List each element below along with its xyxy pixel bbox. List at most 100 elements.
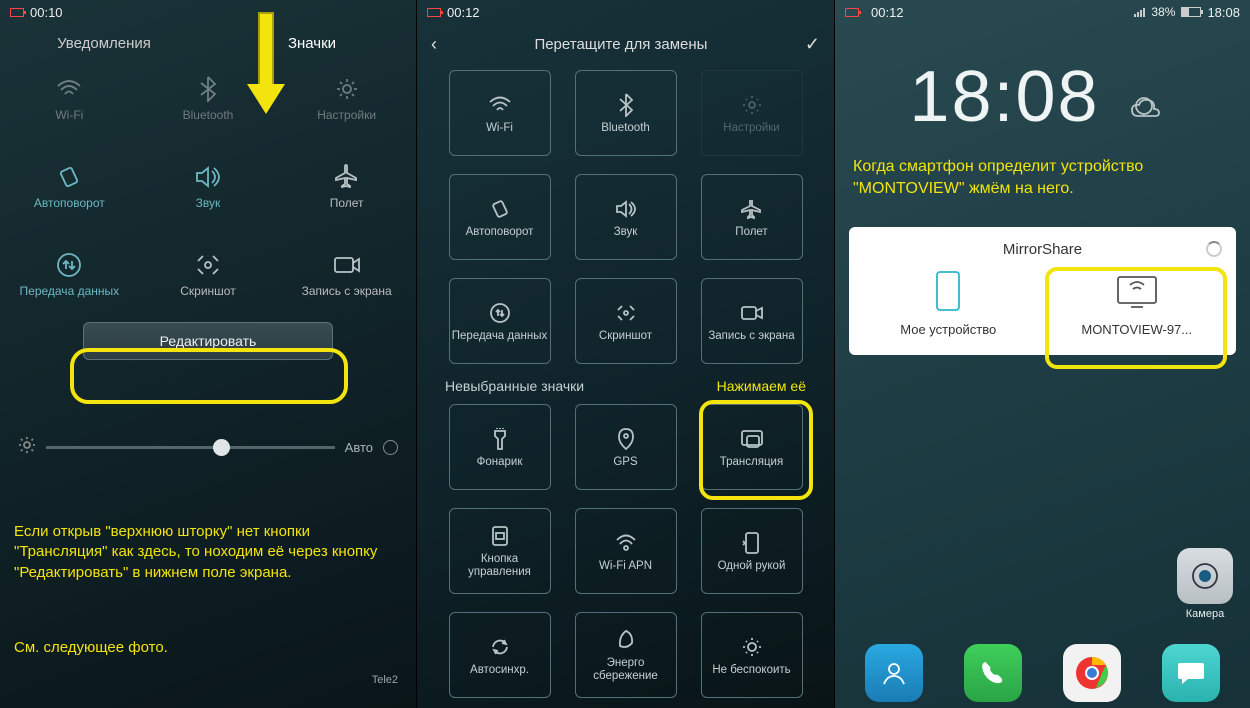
lock-clock: 18:08 [835, 56, 1250, 138]
status-time-right: 18:08 [1207, 5, 1240, 20]
wifi-icon [56, 74, 82, 104]
brightness-icon [18, 436, 36, 459]
status-time: 00:12 [447, 5, 480, 20]
cell-data[interactable]: Передача данных [449, 278, 551, 364]
phone-icon [921, 270, 975, 312]
cell-torch[interactable]: Фонарик [449, 404, 551, 490]
cell-bluetooth[interactable]: Bluetooth [575, 70, 677, 156]
qs-tabs: Уведомления Значки [0, 24, 416, 62]
slider-thumb[interactable] [213, 439, 230, 456]
tile-data[interactable]: Передача данных [14, 244, 124, 304]
apn-icon [614, 530, 638, 556]
plane-icon [334, 162, 360, 192]
cell-ctrl[interactable]: Кнопка управления [449, 508, 551, 594]
panel-edit-tiles: 00:12 ‹ Перетащите для замены ✓ Wi-Fi Bl… [417, 0, 835, 708]
status-bar: 00:12 [417, 0, 834, 24]
cell-apn[interactable]: Wi-Fi APN [575, 508, 677, 594]
camera-icon [1177, 548, 1233, 604]
gear-icon [335, 74, 359, 104]
screenshot-icon [195, 250, 221, 280]
panel-quick-settings: 00:10 Уведомления Значки Wi-Fi Bluetooth… [0, 0, 417, 708]
dock-messages[interactable] [1162, 644, 1220, 702]
cast-icon [740, 426, 764, 452]
device-my[interactable]: Мое устройство [859, 270, 1038, 337]
tab-notifications[interactable]: Уведомления [0, 29, 208, 58]
ctrl-icon [490, 523, 510, 549]
slider-track[interactable] [46, 446, 335, 449]
cell-settings[interactable]: Настройки [701, 70, 803, 156]
signal-icon [1134, 8, 1145, 17]
brightness-slider[interactable]: Авто [18, 436, 398, 459]
dock-chrome[interactable] [1063, 644, 1121, 702]
sound-icon [614, 196, 638, 222]
tile-bluetooth[interactable]: Bluetooth [153, 68, 263, 128]
device-montoview[interactable]: MONTOVIEW-97... [1048, 270, 1227, 337]
tile-screenshot[interactable]: Скриншот [153, 244, 263, 304]
screenshot-icon [615, 300, 637, 326]
cell-rotate[interactable]: Автоповорот [449, 174, 551, 260]
auto-label: Авто [345, 440, 373, 455]
unselected-section: Невыбранные значки Нажимаем её [417, 370, 834, 398]
confirm-icon[interactable]: ✓ [805, 34, 820, 55]
dock [835, 644, 1250, 702]
cell-cast[interactable]: Трансляция [701, 404, 803, 490]
carrier-label: Tele2 [372, 674, 398, 686]
annotation-caption-1: Если открыв "верхнюю шторку" нет кнопки … [14, 522, 402, 583]
cell-screenshot[interactable]: Скриншот [575, 278, 677, 364]
battery-pct: 38% [1151, 5, 1175, 19]
onehand-icon [742, 530, 762, 556]
gps-icon [616, 426, 636, 452]
status-time-left: 00:12 [871, 5, 904, 20]
cell-gps[interactable]: GPS [575, 404, 677, 490]
tile-settings[interactable]: Настройки [292, 68, 402, 128]
cell-dnd[interactable]: Не беспокоить [701, 612, 803, 698]
battery-icon [845, 8, 859, 17]
tv-wifi-icon [1110, 270, 1164, 312]
cell-sound[interactable]: Звук [575, 174, 677, 260]
cell-record[interactable]: Запись с экрана [701, 278, 803, 364]
bluetooth-icon [199, 74, 217, 104]
status-bar: 00:12 38% 18:08 [835, 0, 1250, 24]
app-camera[interactable]: Камера [1174, 548, 1236, 620]
sync-icon [489, 634, 511, 660]
wifi-icon [488, 92, 512, 118]
card-title: MirrorShare [859, 241, 1226, 258]
torch-icon [491, 426, 509, 452]
battery-icon [10, 8, 24, 17]
dock-contacts[interactable] [865, 644, 923, 702]
back-icon[interactable]: ‹ [431, 34, 437, 55]
annotation-hint: Нажимаем её [717, 378, 806, 394]
annotation-caption-2: См. следующее фото. [14, 638, 402, 658]
gear-icon [741, 92, 763, 118]
tile-record[interactable]: Запись с экрана [292, 244, 402, 304]
status-time: 00:10 [30, 5, 63, 20]
plane-icon [741, 196, 763, 222]
cell-wifi[interactable]: Wi-Fi [449, 70, 551, 156]
unselected-label: Невыбранные значки [445, 378, 584, 394]
rotate-icon [488, 196, 512, 222]
auto-checkbox[interactable] [383, 440, 398, 455]
record-icon [740, 300, 764, 326]
cell-eco[interactable]: Энерго сбережение [575, 612, 677, 698]
tile-flight[interactable]: Полет [292, 156, 402, 216]
battery-icon [427, 8, 441, 17]
tab-icons[interactable]: Значки [208, 29, 416, 58]
bluetooth-icon [618, 92, 634, 118]
battery-right-icon [1181, 7, 1201, 17]
cell-onehand[interactable]: Одной рукой [701, 508, 803, 594]
tile-sound[interactable]: Звук [153, 156, 263, 216]
dock-phone[interactable] [964, 644, 1022, 702]
edit-header: ‹ Перетащите для замены ✓ [417, 24, 834, 64]
edit-title: Перетащите для замены [447, 36, 795, 53]
tile-autorotate[interactable]: Автоповорот [14, 156, 124, 216]
data-icon [55, 250, 83, 280]
sound-icon [194, 162, 222, 192]
cell-flight[interactable]: Полет [701, 174, 803, 260]
weather-icon [1124, 71, 1176, 123]
cell-sync[interactable]: Автосинхр. [449, 612, 551, 698]
edit-button[interactable]: Редактировать [83, 322, 333, 360]
record-icon [333, 250, 361, 280]
tile-wifi[interactable]: Wi-Fi [14, 68, 124, 128]
panel-home-mirrorshare: 00:12 38% 18:08 18:08 Когда смартфон опр… [835, 0, 1250, 708]
annotation-caption-3: Когда смартфон определит устройство "MON… [853, 156, 1232, 199]
